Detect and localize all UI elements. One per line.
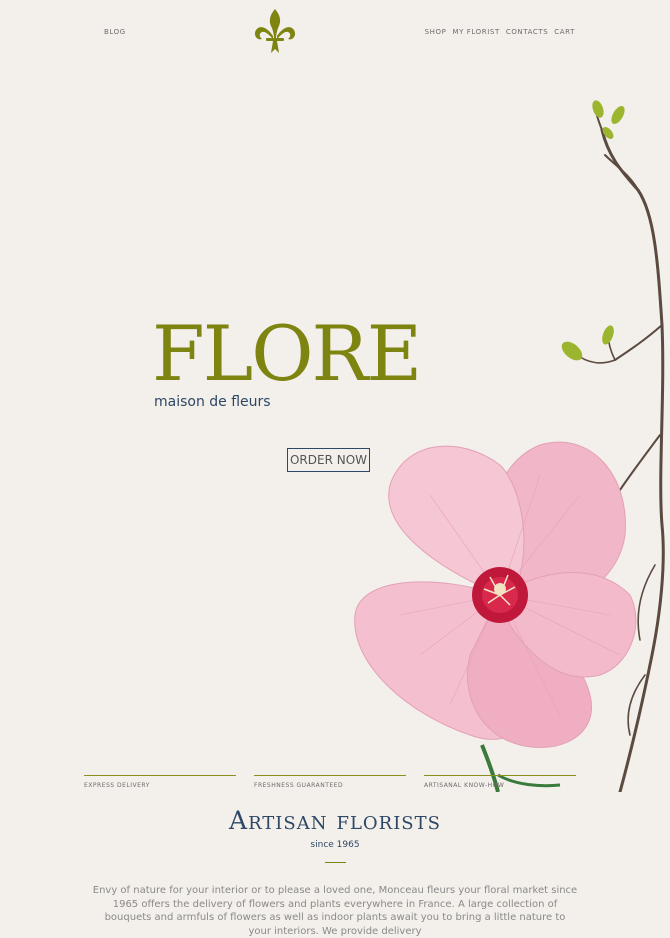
- nav-link-cart[interactable]: CART: [554, 28, 575, 36]
- order-now-button[interactable]: ORDER NOW: [287, 448, 370, 472]
- feature-express-delivery: EXPRESS DELIVERY: [84, 775, 236, 789]
- feature-freshness: FRESHNESS GUARANTEED: [254, 775, 406, 789]
- nav-link-shop[interactable]: SHOP: [425, 28, 447, 36]
- fleur-de-lis-icon[interactable]: [253, 8, 297, 54]
- nav-link-blog[interactable]: BLOG: [104, 28, 126, 36]
- divider: [325, 862, 346, 863]
- hibiscus-flower-image: [354, 100, 665, 792]
- features-strip: EXPRESS DELIVERY FRESHNESS GUARANTEED AR…: [84, 775, 576, 795]
- about-description: Envy of nature for your interior or to p…: [92, 885, 578, 937]
- section-title: Artisan florists: [229, 806, 441, 835]
- since-label: since 1965: [310, 840, 360, 850]
- feature-artisanal: ARTISANAL KNOW-HOW: [424, 775, 576, 789]
- nav-right-group: SHOP MY FLORIST CONTACTS CART: [425, 28, 575, 36]
- nav-link-contacts[interactable]: CONTACTS: [506, 28, 548, 36]
- nav-link-my-florist[interactable]: MY FLORIST: [452, 28, 499, 36]
- top-navigation: BLOG SHOP MY FLORIST CONTACTS CART: [0, 0, 670, 60]
- hero-title: FLORE: [152, 309, 422, 398]
- hero-subtitle: maison de fleurs: [154, 394, 271, 410]
